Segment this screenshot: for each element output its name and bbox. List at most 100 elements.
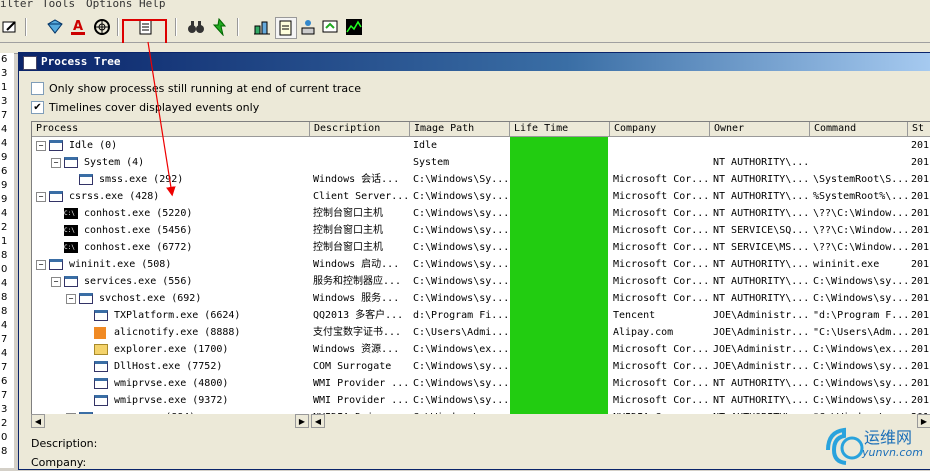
- column-command[interactable]: Command: [810, 122, 908, 136]
- column-start[interactable]: St: [908, 122, 930, 136]
- process-activity-icon[interactable]: [321, 17, 341, 37]
- process-row[interactable]: − csrss.exe (428) Client Server... C:\Windo…: [32, 188, 930, 205]
- cell-cmd: %SystemRoot%\...: [813, 191, 908, 202]
- edit-filter-icon[interactable]: [0, 17, 20, 37]
- process-row[interactable]: C:\ conhost.exe (6772) 控制台窗口主机 C:\Windows\s…: [32, 239, 930, 256]
- target-icon[interactable]: [92, 17, 112, 37]
- process-row[interactable]: C:\ conhost.exe (5456) 控制台窗口主机 C:\Windows\s…: [32, 222, 930, 239]
- column-company[interactable]: Company: [610, 122, 710, 136]
- lifetime-bar: [510, 222, 608, 239]
- process-tree-grid[interactable]: Process Description Image Path Life Time…: [31, 121, 930, 415]
- network-activity-icon[interactable]: [298, 17, 318, 37]
- process-row[interactable]: wmiprvse.exe (4800) WMI Provider ... C:\Wi…: [32, 375, 930, 392]
- process-row[interactable]: − Idle (0) Idle 201: [32, 137, 930, 154]
- cell-desc: Windows 启动...: [313, 259, 400, 270]
- process-row[interactable]: smss.exe (292) Windows 会话... C:\Windows\Sy…: [32, 171, 930, 188]
- cell-desc: [310, 154, 410, 171]
- option-still-running[interactable]: Only show processes still running at end…: [31, 82, 361, 95]
- menu-options[interactable]: Options: [86, 0, 132, 10]
- column-description[interactable]: Description: [310, 122, 410, 136]
- scroll-right-button[interactable]: ▶: [295, 414, 309, 428]
- process-row[interactable]: explorer.exe (1700) Windows 资源... C:\Windo…: [32, 341, 930, 358]
- column-owner[interactable]: Owner: [710, 122, 810, 136]
- collapse-toggle-icon[interactable]: −: [66, 294, 76, 304]
- console-icon: C:\: [64, 242, 78, 253]
- menu-help[interactable]: Help: [139, 0, 166, 10]
- scroll-left-button[interactable]: ◀: [311, 414, 325, 428]
- folder-icon: [94, 344, 108, 355]
- scroll-left-button[interactable]: ◀: [31, 414, 45, 428]
- lifetime-bar: [510, 290, 608, 307]
- find-icon[interactable]: [186, 17, 206, 37]
- cell-cmd: C:\Windows\sy...: [813, 395, 908, 406]
- process-row[interactable]: DllHost.exe (7752) COM Surrogate C:\Window…: [32, 358, 930, 375]
- collapse-toggle-icon[interactable]: −: [36, 192, 46, 202]
- process-row[interactable]: − services.exe (556) 服务和控制器应... C:\Windows\…: [32, 273, 930, 290]
- collapse-toggle-icon[interactable]: −: [36, 260, 46, 270]
- column-image-path[interactable]: Image Path: [410, 122, 510, 136]
- process-tree-window-icon: [23, 56, 37, 70]
- cell-path: Idle: [413, 140, 438, 151]
- still-running-checkbox[interactable]: [31, 82, 44, 95]
- background-row-number: 4: [1, 138, 8, 149]
- jump-to-icon[interactable]: [209, 17, 229, 37]
- process-icon: [79, 174, 93, 185]
- cell-desc: [310, 137, 410, 154]
- cell-cmd: [810, 137, 908, 154]
- process-row[interactable]: alicnotify.exe (8888) 支付宝数字证书... C:\Users\…: [32, 324, 930, 341]
- cell-st: 201: [911, 225, 930, 236]
- cell-company: Microsoft Cor...: [613, 242, 710, 253]
- cell-cmd: \??\C:\Window...: [813, 225, 908, 236]
- cell-path: d:\Program Fi...: [413, 310, 510, 321]
- cell-cmd: \??\C:\Window...: [813, 208, 908, 219]
- process-icon: [94, 361, 108, 372]
- font-color-icon[interactable]: A: [68, 17, 88, 37]
- toolbar-separator: [25, 18, 27, 36]
- column-life-time[interactable]: Life Time: [510, 122, 610, 136]
- process-row[interactable]: − System (4) System NT AUTHORITY\... 201: [32, 154, 930, 171]
- cell-owner: NT AUTHORITY\...: [713, 378, 810, 389]
- cell-st: 201: [911, 191, 930, 202]
- column-process[interactable]: Process: [32, 122, 310, 136]
- cell-company: Microsoft Cor...: [613, 208, 710, 219]
- cell-desc: 控制台窗口主机: [313, 208, 383, 219]
- lifetime-bar: [510, 154, 608, 171]
- cell-st: 201: [911, 140, 930, 151]
- process-row[interactable]: C:\ conhost.exe (5220) 控制台窗口主机 C:\Windows\s…: [32, 205, 930, 222]
- process-row[interactable]: wmiprvse.exe (9372) WMI Provider ... C:\Wi…: [32, 392, 930, 409]
- cell-desc: WMI Provider ...: [313, 378, 410, 389]
- background-row-number: 0: [1, 264, 8, 275]
- process-row[interactable]: − svchost.exe (692) Windows 服务... C:\Window…: [32, 290, 930, 307]
- collapse-toggle-icon[interactable]: −: [36, 141, 46, 151]
- yunvn-watermark-logo: 运维网 yunvn.com: [822, 420, 930, 468]
- file-activity-icon[interactable]: [275, 17, 297, 39]
- collapse-toggle-icon[interactable]: −: [51, 158, 61, 168]
- cell-owner: JOE\Administr...: [713, 344, 810, 355]
- timelines-checkbox[interactable]: ✔: [31, 101, 44, 114]
- cell-st: 201: [911, 310, 930, 321]
- profiling-events-icon[interactable]: [344, 17, 364, 37]
- process-row[interactable]: TXPlatform.exe (6624) QQ2013 多客户... d:\Pro…: [32, 307, 930, 324]
- background-row-numbers: 6 3 1 3 7 4 4 9 6 9 9 4 2 1 8 0 4 8 8 4 7 4 7 6 7 3 2 0 8: [0, 53, 14, 468]
- lifetime-bar: [510, 324, 608, 341]
- lifetime-bar: [510, 256, 608, 273]
- menu-tools[interactable]: Tools: [42, 0, 75, 10]
- cell-path: C:\Windows\ex...: [413, 344, 510, 355]
- background-row-number: 4: [1, 348, 8, 359]
- cell-cmd: C:\Windows\sy...: [813, 378, 908, 389]
- process-row[interactable]: − wininit.exe (508) Windows 启动... C:\Window…: [32, 256, 930, 273]
- cell-st: 201: [911, 361, 930, 372]
- menu-bar: ilter Tools Options Help: [0, 0, 930, 12]
- option-timelines[interactable]: ✔ Timelines cover displayed events only: [31, 101, 259, 114]
- dialog-title-bar[interactable]: Process Tree: [19, 53, 930, 71]
- registry-activity-icon[interactable]: [252, 17, 272, 37]
- collapse-toggle-icon[interactable]: −: [51, 277, 61, 287]
- highlight-icon[interactable]: [45, 17, 65, 37]
- toolbar-separator: [117, 18, 119, 36]
- alipay-icon: [94, 327, 106, 339]
- grid-column-header: Process Description Image Path Life Time…: [32, 122, 930, 137]
- cell-name: conhost.exe (5456): [84, 225, 193, 236]
- background-row-number: 2: [1, 418, 8, 429]
- menu-filter[interactable]: ilter: [0, 0, 33, 10]
- process-icon: [49, 191, 63, 202]
